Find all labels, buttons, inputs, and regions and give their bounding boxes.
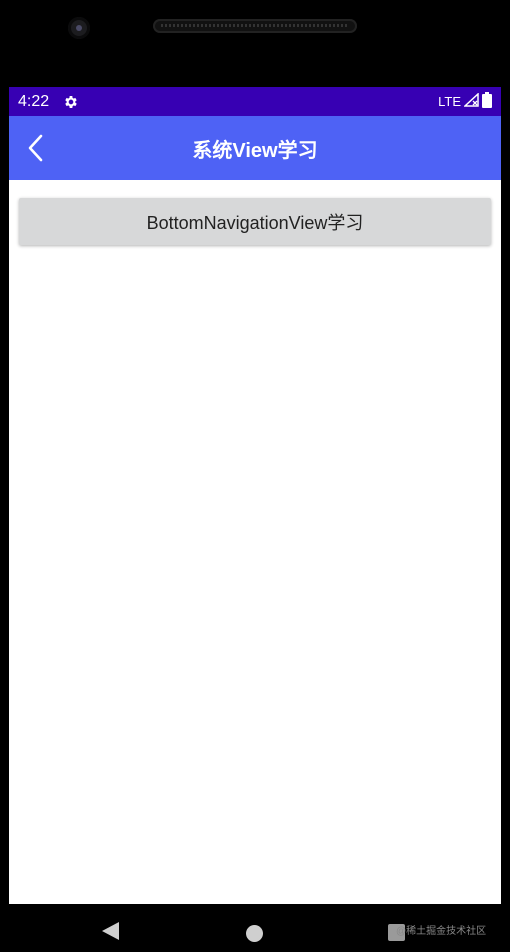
- watermark: @稀土掘金技术社区: [396, 926, 487, 937]
- app-screen: 4:22 LTE 系统View学习 BottomNavigationView学习: [9, 87, 501, 904]
- page-title: 系统View学习: [192, 139, 318, 162]
- earpiece-speaker: [153, 19, 357, 33]
- circle-home-icon[interactable]: [246, 925, 263, 942]
- status-indicators: LTE: [438, 92, 492, 111]
- chevron-left-icon[interactable]: [21, 132, 49, 164]
- battery-icon: [482, 92, 492, 111]
- status-time: 4:22: [18, 92, 50, 110]
- gear-icon: [63, 94, 79, 110]
- app-toolbar: 系统View学习: [9, 116, 501, 180]
- front-camera: [68, 17, 90, 39]
- signal-icon: [463, 92, 479, 110]
- status-bar: 4:22 LTE: [9, 87, 501, 116]
- triangle-back-icon[interactable]: [102, 922, 119, 940]
- bottom-navigation-view-button[interactable]: BottomNavigationView学习: [19, 198, 491, 245]
- content-area: BottomNavigationView学习: [9, 180, 501, 245]
- network-type: LTE: [438, 94, 461, 109]
